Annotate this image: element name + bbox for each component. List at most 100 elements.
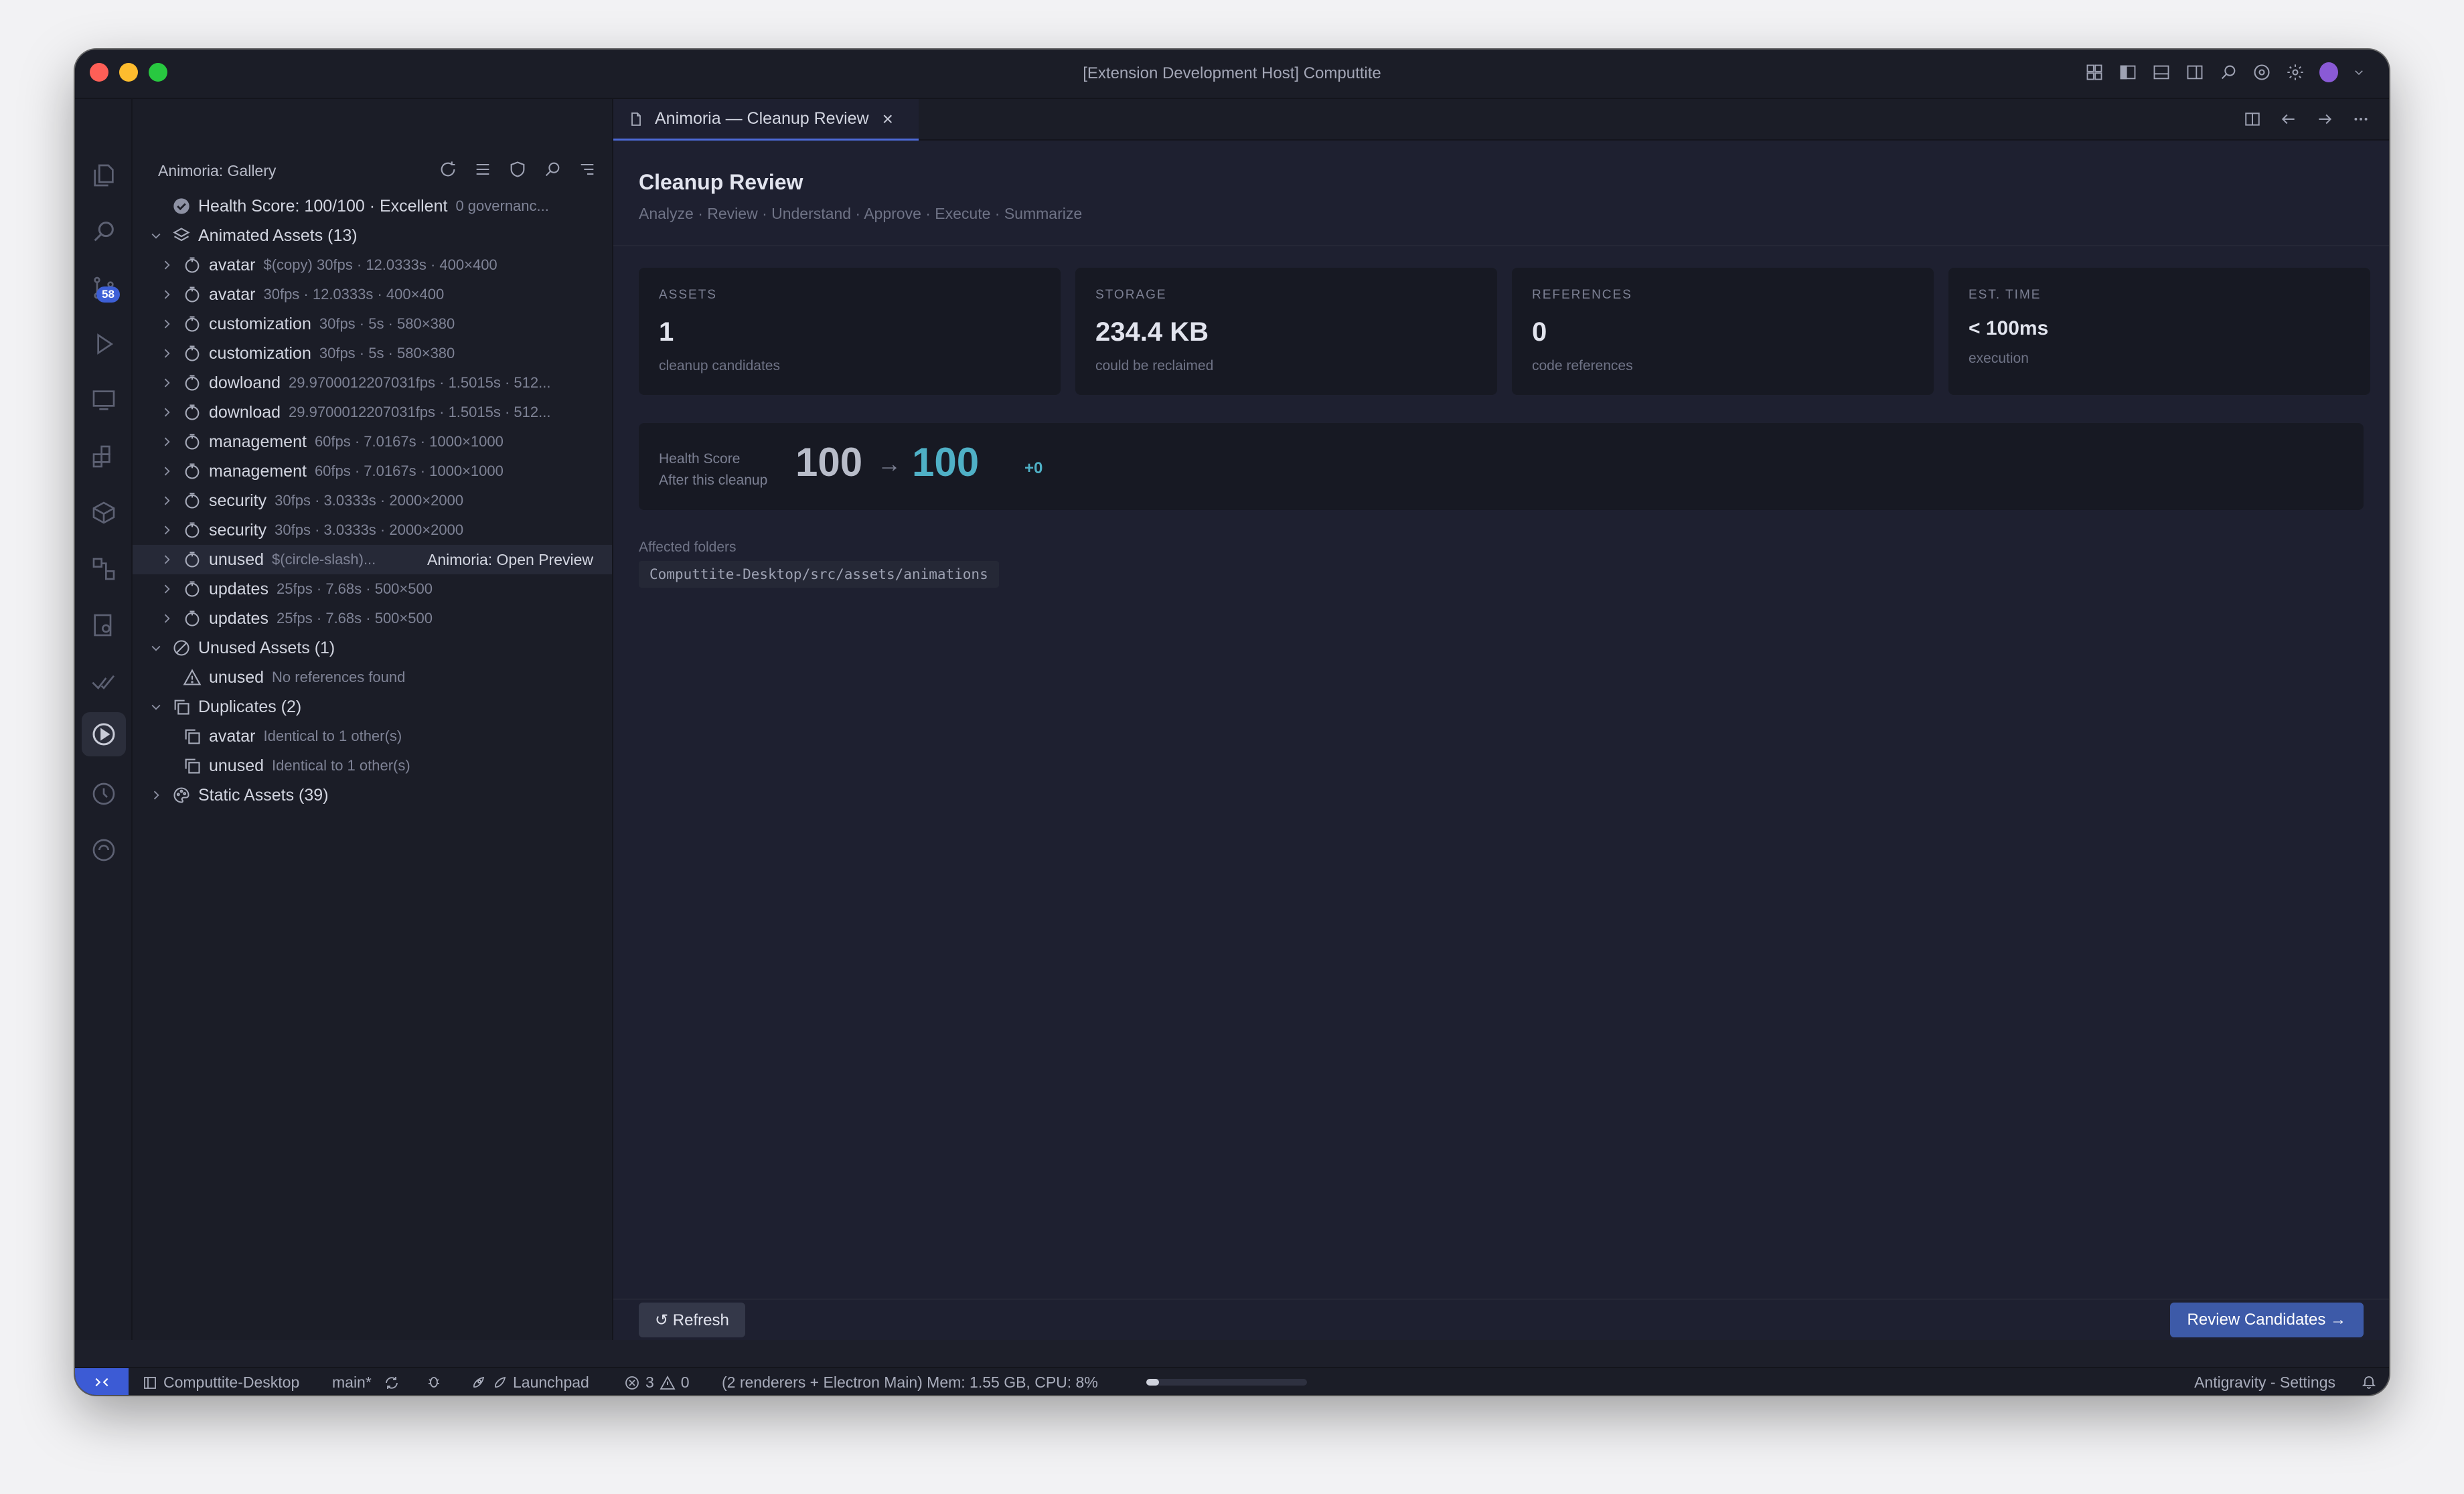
tree-item-row[interactable]: unused Identical to 1 other(s) bbox=[133, 751, 612, 780]
chevron-right-icon[interactable] bbox=[159, 346, 174, 361]
settings-indicator[interactable]: Antigravity - Settings bbox=[2194, 1374, 2335, 1392]
chevron-right-icon[interactable] bbox=[159, 434, 174, 449]
tree-item-row[interactable]: customization 30fps · 5s · 580×380 bbox=[133, 309, 612, 339]
chevron-right-icon[interactable] bbox=[159, 317, 174, 331]
health-score-panel: Health Score After this cleanup 100 → 10… bbox=[639, 423, 2364, 510]
package-icon[interactable] bbox=[89, 498, 119, 527]
filter-list-icon[interactable] bbox=[577, 159, 597, 179]
extension-icon[interactable] bbox=[2252, 63, 2271, 82]
review-candidates-button[interactable]: Review Candidates → bbox=[2169, 1303, 2364, 1337]
animation-icon bbox=[182, 343, 202, 363]
remote-explorer-icon[interactable] bbox=[89, 386, 119, 415]
tree-item-row[interactable]: security 30fps · 3.0333s · 2000×2000 bbox=[133, 486, 612, 515]
copy-icon bbox=[182, 726, 202, 746]
chevron-right-icon[interactable] bbox=[149, 788, 163, 803]
timeline-icon[interactable] bbox=[89, 779, 119, 809]
tab-cleanup-review[interactable]: Animoria — Cleanup Review × bbox=[613, 99, 919, 141]
tree-item-label: Animated Assets (13) bbox=[198, 226, 358, 245]
tree-item-row[interactable]: management 60fps · 7.0167s · 1000×1000 bbox=[133, 427, 612, 456]
window-title: [Extension Development Host] Computtite bbox=[1083, 64, 1381, 82]
accounts-sync-icon[interactable] bbox=[89, 835, 119, 865]
chevron-right-icon[interactable] bbox=[159, 464, 174, 479]
remote-indicator[interactable] bbox=[75, 1368, 129, 1395]
tree-item-row[interactable]: management 60fps · 7.0167s · 1000×1000 bbox=[133, 456, 612, 486]
extensions-icon[interactable] bbox=[89, 442, 119, 471]
app-window: [Extension Development Host] Computtite … bbox=[75, 50, 2389, 1395]
tree-group-row[interactable]: Duplicates (2) bbox=[133, 692, 612, 722]
tree-group-row[interactable]: Animated Assets (13) bbox=[133, 221, 612, 250]
tree-group-row[interactable]: Static Assets (39) bbox=[133, 780, 612, 810]
diagram-icon[interactable] bbox=[89, 554, 119, 584]
chevron-right-icon[interactable] bbox=[159, 523, 174, 537]
tree-item-row[interactable]: unused No references found bbox=[133, 663, 612, 692]
gear-icon[interactable] bbox=[2286, 63, 2305, 82]
shield-icon[interactable] bbox=[508, 159, 528, 179]
divider bbox=[613, 245, 2389, 246]
notifications-icon[interactable] bbox=[2361, 1374, 2377, 1390]
tree-item-row[interactable]: avatar 30fps · 12.0333s · 400×400 bbox=[133, 280, 612, 309]
animoria-play-icon[interactable] bbox=[89, 720, 119, 749]
tree-item-label: Static Assets (39) bbox=[198, 785, 329, 805]
search-icon[interactable] bbox=[2219, 63, 2238, 82]
tree-item-row[interactable]: download 29.9700012207031fps · 1.5015s · … bbox=[133, 398, 612, 427]
account-avatar[interactable] bbox=[2319, 62, 2338, 82]
tree-item-row[interactable]: security 30fps · 3.0333s · 2000×2000 bbox=[133, 515, 612, 545]
branch-indicator[interactable]: main* bbox=[332, 1374, 400, 1392]
launchpad-indicator[interactable]: Launchpad bbox=[470, 1374, 589, 1392]
affected-folder-path[interactable]: Computtite-Desktop/src/assets/animations bbox=[639, 561, 999, 588]
editor-actions bbox=[2243, 110, 2370, 129]
editor-area: Animoria — Cleanup Review × Cleanup Revi… bbox=[613, 99, 2389, 1340]
testing-icon[interactable] bbox=[89, 610, 119, 640]
chevron-down-icon[interactable] bbox=[2353, 63, 2365, 82]
arrow-left-icon[interactable] bbox=[2279, 110, 2298, 129]
customize-layout-icon[interactable] bbox=[2085, 63, 2104, 82]
open-preview-action[interactable]: Animoria: Open Preview bbox=[427, 551, 593, 569]
tree-item-row[interactable]: avatar Identical to 1 other(s) bbox=[133, 722, 612, 751]
run-debug-icon[interactable] bbox=[89, 329, 119, 359]
collapse-all-icon[interactable] bbox=[473, 159, 493, 179]
tree-item-row[interactable]: updates 25fps · 7.68s · 500×500 bbox=[133, 574, 612, 604]
close-tab-icon[interactable]: × bbox=[882, 108, 893, 130]
arrow-right-icon[interactable] bbox=[2315, 110, 2334, 129]
chevron-down-icon[interactable] bbox=[149, 641, 163, 655]
chevron-right-icon[interactable] bbox=[159, 582, 174, 596]
explorer-icon[interactable] bbox=[89, 161, 119, 190]
tree-group-row[interactable]: Health Score: 100/100 · Excellent 0 gover… bbox=[133, 191, 612, 221]
toggle-secondary-sidebar-icon[interactable] bbox=[2185, 63, 2204, 82]
toggle-primary-sidebar-icon[interactable] bbox=[2119, 63, 2137, 82]
checkmarks-icon[interactable] bbox=[89, 667, 119, 696]
chevron-right-icon[interactable] bbox=[159, 287, 174, 302]
arrow-right-icon: → bbox=[877, 450, 901, 477]
chevron-right-icon[interactable] bbox=[159, 405, 174, 420]
tree-item-row[interactable]: updates 25fps · 7.68s · 500×500 bbox=[133, 604, 612, 633]
chevron-right-icon[interactable] bbox=[159, 258, 174, 272]
chevron-right-icon[interactable] bbox=[159, 611, 174, 626]
memory-indicator[interactable]: (2 renderers + Electron Main) Mem: 1.55 … bbox=[722, 1374, 1098, 1392]
split-editor-icon[interactable] bbox=[2243, 110, 2262, 129]
refresh-icon[interactable] bbox=[438, 159, 458, 179]
chevron-down-icon[interactable] bbox=[149, 228, 163, 243]
chevron-right-icon[interactable] bbox=[159, 552, 174, 567]
tree-item-row[interactable]: avatar $(copy) 30fps · 12.0333s · 400×400 bbox=[133, 250, 612, 280]
chevron-down-icon[interactable] bbox=[149, 699, 163, 714]
tree-item-row[interactable]: dowloand 29.9700012207031fps · 1.5015s · … bbox=[133, 368, 612, 398]
tree-item-row[interactable]: customization 30fps · 5s · 580×380 bbox=[133, 339, 612, 368]
search-icon[interactable] bbox=[89, 217, 119, 246]
chevron-right-icon[interactable] bbox=[159, 376, 174, 390]
refresh-button[interactable]: ↺ Refresh bbox=[639, 1303, 745, 1337]
tree-item-description: 30fps · 3.0333s · 2000×2000 bbox=[275, 492, 464, 509]
toggle-panel-icon[interactable] bbox=[2152, 63, 2171, 82]
tree-item-description: $(copy) 30fps · 12.0333s · 400×400 bbox=[263, 256, 497, 273]
more-actions-icon[interactable] bbox=[2352, 110, 2370, 129]
chevron-right-icon[interactable] bbox=[159, 493, 174, 508]
warning-icon bbox=[660, 1375, 676, 1390]
tree-group-row[interactable]: Unused Assets (1) bbox=[133, 633, 612, 663]
project-indicator[interactable]: Computtite-Desktop bbox=[142, 1374, 299, 1392]
card-label: ASSETS bbox=[659, 288, 717, 302]
problems-indicator[interactable]: 3 0 bbox=[624, 1374, 690, 1392]
search-icon[interactable] bbox=[542, 159, 562, 179]
tree-item-row[interactable]: unused $(circle-slash)... Animoria: Open P… bbox=[133, 545, 612, 574]
file-icon bbox=[631, 112, 641, 126]
debug-indicator[interactable] bbox=[426, 1374, 442, 1390]
asset-tree: Health Score: 100/100 · Excellent 0 gover… bbox=[133, 191, 612, 810]
